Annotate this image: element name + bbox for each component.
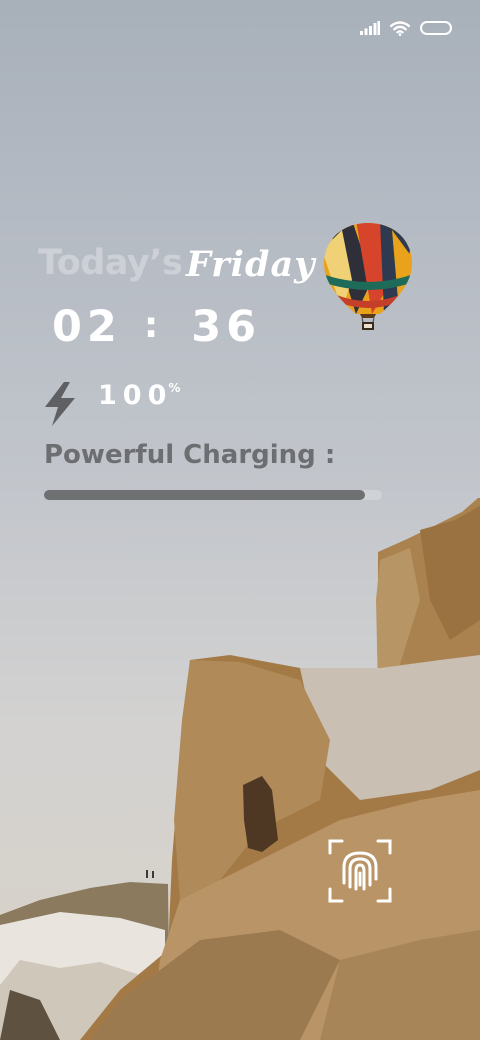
charging-progress-bar: [44, 490, 382, 500]
battery-icon: [420, 21, 452, 35]
hot-air-balloon-icon: [324, 223, 412, 330]
wifi-icon: [390, 20, 410, 36]
signal-icon: [360, 21, 380, 35]
day-label: Friday: [186, 244, 316, 285]
clock-separator: :: [143, 304, 164, 346]
greeting-label: Today’s: [38, 243, 183, 283]
clock-minutes: 36: [191, 302, 262, 352]
background-wallpaper: [0, 498, 480, 1040]
clock-hours: 02: [52, 302, 122, 352]
fingerprint-icon[interactable]: [328, 839, 392, 903]
battery-percent-unit: %: [168, 381, 181, 395]
day-heading: Today’s Friday: [38, 243, 338, 289]
battery-percent-value: 100: [98, 380, 173, 411]
lock-screen: Today’s Friday 02 : 36 100% Powerful Cha…: [0, 0, 480, 1040]
battery-level: 100%: [98, 380, 184, 411]
charging-progress-fill: [44, 490, 366, 500]
lightning-bolt-icon: [45, 382, 75, 426]
charging-label: Powerful Charging :: [44, 440, 336, 470]
clock: 02 : 36: [52, 302, 261, 352]
status-bar: [360, 16, 452, 40]
